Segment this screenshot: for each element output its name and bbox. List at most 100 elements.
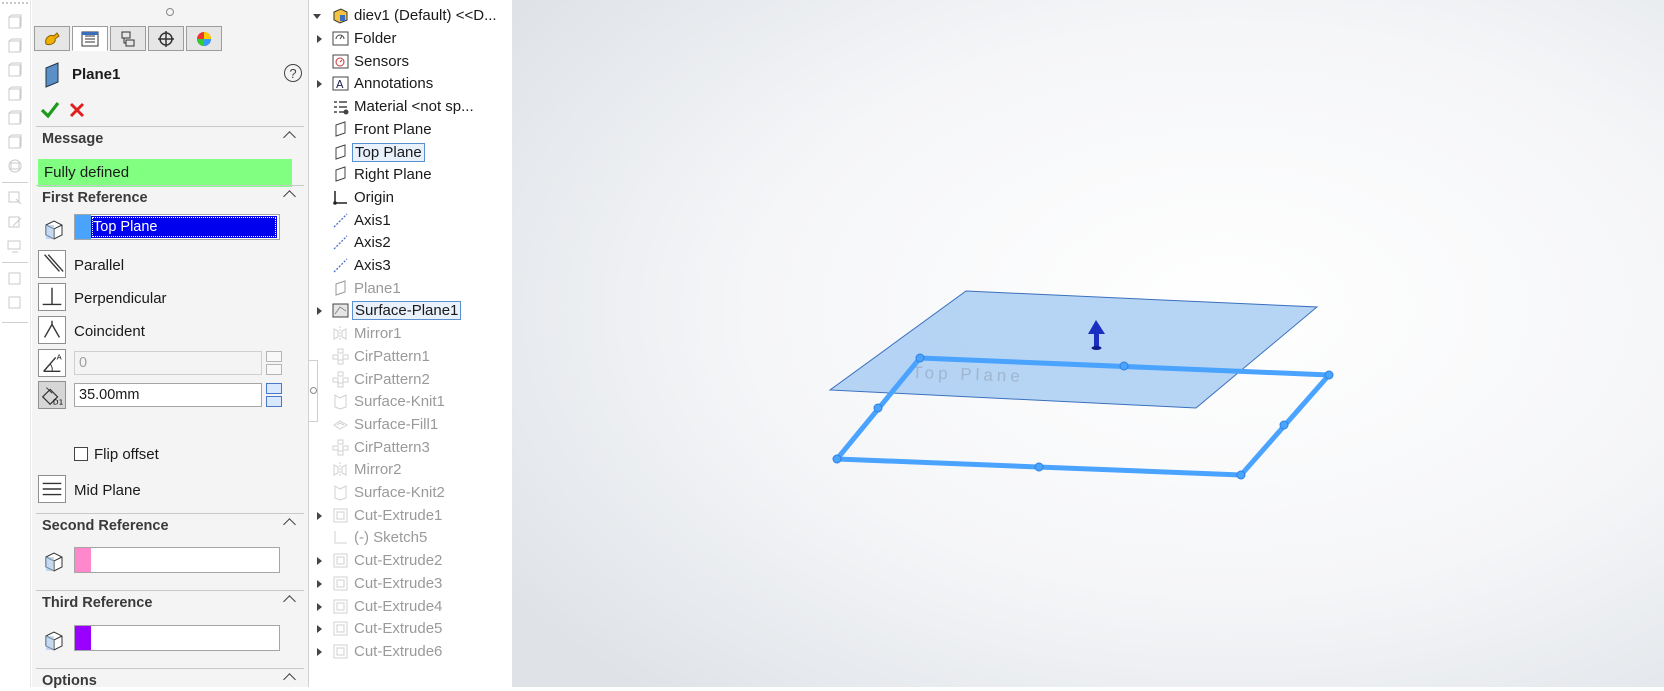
graphics-viewport[interactable]: Top Plane <box>512 0 1664 687</box>
panel-splitter[interactable] <box>308 0 309 687</box>
tree-item-mirror1[interactable]: Mirror1 <box>312 323 532 345</box>
perpendicular-icon[interactable] <box>38 283 66 311</box>
tree-item-cut-extrude3[interactable]: Cut-Extrude3 <box>312 573 532 595</box>
tree-item-cut-extrude1[interactable]: Cut-Extrude1 <box>312 505 532 527</box>
help-icon[interactable]: ? <box>284 64 302 82</box>
parallel-row[interactable]: Parallel <box>38 250 298 280</box>
edit-icon[interactable] <box>7 214 23 230</box>
tree-item-axis3[interactable]: Axis3 <box>312 255 532 277</box>
tree-item-sketch5[interactable]: (-) Sketch5 <box>312 527 532 549</box>
handle-point[interactable] <box>873 403 883 413</box>
display-icon[interactable] <box>7 238 23 254</box>
offset-distance-input[interactable]: 35.00mm <box>74 383 262 407</box>
box-icon[interactable] <box>7 62 23 78</box>
handle-point[interactable] <box>915 353 925 363</box>
tree-item-surface-knit1[interactable]: Surface-Knit1 <box>312 391 532 413</box>
box-icon[interactable] <box>7 294 23 310</box>
third-reference-field[interactable] <box>74 625 280 651</box>
expand-arrow-icon[interactable] <box>317 579 322 588</box>
collapse-icon[interactable] <box>283 190 296 203</box>
tree-item-cut-extrude5[interactable]: Cut-Extrude5 <box>312 618 532 640</box>
tree-item-cirpattern1[interactable]: CirPattern1 <box>312 346 532 368</box>
tab-property-manager[interactable] <box>72 26 108 51</box>
tree-item-top-plane[interactable]: Top Plane <box>312 142 532 164</box>
second-reference-header[interactable]: Second Reference <box>36 513 304 536</box>
angle-input[interactable]: 0 <box>74 351 262 375</box>
expand-arrow-icon[interactable] <box>317 511 322 520</box>
second-reference-field[interactable] <box>74 547 280 573</box>
tree-item-axis1[interactable]: Axis1 <box>312 210 532 232</box>
viewport-canvas[interactable]: Top Plane <box>512 0 1664 687</box>
angle-spinner[interactable] <box>266 351 282 375</box>
select-icon[interactable] <box>7 190 23 206</box>
tree-item-annotations[interactable]: A Annotations <box>312 73 532 95</box>
tree-item-axis2[interactable]: Axis2 <box>312 232 532 254</box>
tree-root[interactable]: diev1 (Default) <<D... <box>312 5 532 27</box>
handle-point[interactable] <box>1279 420 1289 430</box>
ok-checkmark-icon[interactable] <box>40 100 60 120</box>
tree-item-plane1[interactable]: Plane1 <box>312 278 532 300</box>
tree-item-cut-extrude6[interactable]: Cut-Extrude6 <box>312 641 532 663</box>
box-icon[interactable] <box>7 270 23 286</box>
third-reference-header[interactable]: Third Reference <box>36 590 304 613</box>
collapse-icon[interactable] <box>283 673 296 686</box>
tab-dimxpert-manager[interactable] <box>148 26 184 51</box>
tree-item-cut-extrude4[interactable]: Cut-Extrude4 <box>312 596 532 618</box>
collapse-icon[interactable] <box>283 131 296 144</box>
collapse-icon[interactable] <box>283 518 296 531</box>
offset-row[interactable]: D1 35.00mm <box>38 381 298 411</box>
tree-item-cirpattern3[interactable]: CirPattern3 <box>312 437 532 459</box>
handle-point[interactable] <box>832 454 842 464</box>
tree-item-surface-knit2[interactable]: Surface-Knit2 <box>312 482 532 504</box>
tree-item-surface-plane1[interactable]: Surface-Plane1 <box>312 300 532 322</box>
first-reference-field[interactable]: Top Plane <box>74 214 280 240</box>
tree-item-surface-fill1[interactable]: Surface-Fill1 <box>312 414 532 436</box>
coincident-row[interactable]: Coincident <box>38 316 298 346</box>
message-group-header[interactable]: Message <box>36 126 304 149</box>
cancel-x-icon[interactable] <box>68 101 86 119</box>
collapse-icon[interactable] <box>283 595 296 608</box>
expand-arrow-icon[interactable] <box>317 80 322 89</box>
handle-point[interactable] <box>1324 370 1334 380</box>
view-orientation-icon[interactable] <box>7 158 23 174</box>
expand-arrow-icon[interactable] <box>317 602 322 611</box>
handle-point[interactable] <box>1034 462 1044 472</box>
box-icon[interactable] <box>7 38 23 54</box>
box-icon[interactable] <box>7 14 23 30</box>
tree-item-cut-extrude2[interactable]: Cut-Extrude2 <box>312 550 532 572</box>
perpendicular-row[interactable]: Perpendicular <box>38 283 298 313</box>
handle-point[interactable] <box>1119 361 1129 371</box>
panel-grip-icon[interactable] <box>166 8 174 16</box>
expand-arrow-icon[interactable] <box>317 557 322 566</box>
mid-plane-icon[interactable] <box>38 475 66 503</box>
tree-item-front-plane[interactable]: Front Plane <box>312 119 532 141</box>
offset-distance-icon[interactable]: D1 <box>38 381 66 409</box>
first-reference-header[interactable]: First Reference <box>36 185 304 208</box>
tree-item-sensors[interactable]: Sensors <box>312 51 532 73</box>
expand-arrow-icon[interactable] <box>317 625 322 634</box>
parallel-icon[interactable] <box>38 250 66 278</box>
tree-item-origin[interactable]: Origin <box>312 187 532 209</box>
tree-item-mirror2[interactable]: Mirror2 <box>312 459 532 481</box>
expand-arrow-icon[interactable] <box>317 35 322 43</box>
tab-feature-manager[interactable] <box>34 26 70 51</box>
box-icon[interactable] <box>7 134 23 150</box>
handle-point[interactable] <box>1236 470 1246 480</box>
box-icon[interactable] <box>7 86 23 102</box>
options-header[interactable]: Options <box>36 668 304 691</box>
expand-arrow-icon[interactable] <box>317 307 322 316</box>
collapse-arrow-icon[interactable] <box>313 14 321 19</box>
tree-item-cirpattern2[interactable]: CirPattern2 <box>312 369 532 391</box>
coincident-icon[interactable] <box>38 316 66 344</box>
offset-spinner[interactable] <box>266 383 282 407</box>
toolbar-grip[interactable] <box>2 2 28 6</box>
tab-display-manager[interactable] <box>186 26 222 51</box>
angle-icon[interactable]: A <box>38 349 66 377</box>
angle-row[interactable]: A 0 <box>38 349 298 379</box>
tab-configuration-manager[interactable] <box>110 26 146 51</box>
tree-item-folder[interactable]: Folder <box>312 28 532 50</box>
expand-arrow-icon[interactable] <box>317 647 322 656</box>
tree-item-material-not-sp[interactable]: Material <not sp... <box>312 96 532 118</box>
mid-plane-row[interactable]: Mid Plane <box>38 475 298 505</box>
box-icon[interactable] <box>7 110 23 126</box>
